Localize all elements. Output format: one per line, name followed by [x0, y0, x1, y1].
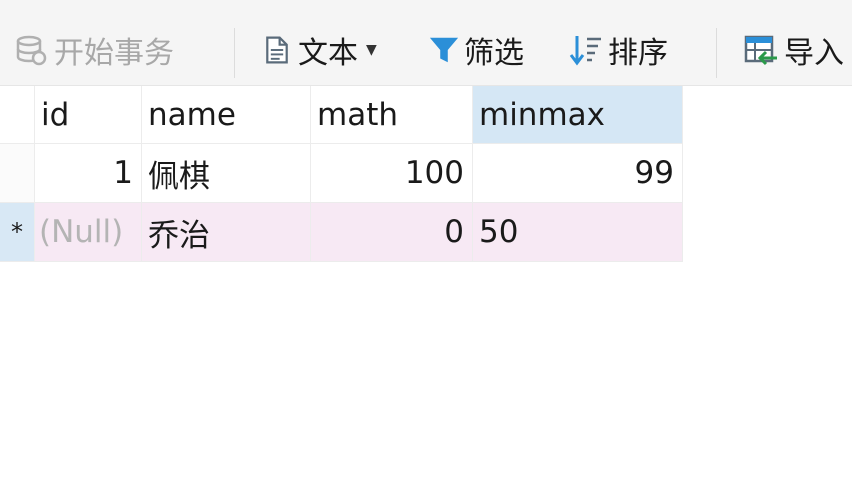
toolbar-divider: [716, 28, 717, 78]
document-icon: [266, 36, 288, 64]
toolbar-divider: [234, 28, 235, 78]
import-label: 导入: [784, 36, 844, 71]
row-selector-header[interactable]: [0, 86, 35, 144]
sort-button[interactable]: 排序: [568, 26, 668, 74]
cell-name[interactable]: 佩棋: [142, 144, 311, 203]
import-button[interactable]: 导入: [744, 26, 844, 74]
column-header-minmax[interactable]: minmax: [473, 86, 683, 144]
cell-math[interactable]: 0: [311, 203, 473, 262]
filter-label: 筛选: [464, 36, 524, 71]
cell-math[interactable]: 100: [311, 144, 473, 203]
text-view-button[interactable]: 文本 ▼: [262, 26, 377, 74]
database-icon: [16, 35, 47, 66]
cell-minmax[interactable]: 50: [473, 203, 683, 262]
chevron-down-icon[interactable]: ▼: [366, 42, 377, 58]
cell-id[interactable]: 1: [35, 144, 142, 203]
begin-transaction-label: 开始事务: [54, 36, 174, 71]
new-row-marker[interactable]: *: [0, 203, 35, 262]
cell-name[interactable]: 乔治: [142, 203, 311, 262]
column-header-math[interactable]: math: [311, 86, 473, 144]
column-header-id[interactable]: id: [35, 86, 142, 144]
row-selector[interactable]: [0, 144, 35, 203]
cell-minmax[interactable]: 99: [473, 144, 683, 203]
sort-label: 排序: [608, 36, 668, 71]
data-grid: id name math minmax 1 佩棋 100 99 * (Null)…: [0, 86, 852, 480]
text-view-label: 文本: [298, 36, 358, 71]
sort-icon: [569, 36, 601, 66]
table-row[interactable]: 1 佩棋 100 99: [0, 144, 683, 203]
cell-id[interactable]: (Null): [35, 203, 142, 262]
import-table-icon: [744, 35, 777, 66]
filter-button[interactable]: 筛选: [428, 26, 524, 74]
column-header-name[interactable]: name: [142, 86, 311, 144]
table-row-new[interactable]: * (Null) 乔治 0 50: [0, 203, 683, 262]
funnel-icon: [429, 37, 459, 63]
grid-header-row: id name math minmax: [0, 86, 683, 144]
toolbar: 开始事务 文本 ▼ 筛选 排序 导入: [0, 0, 852, 86]
begin-transaction-button[interactable]: 开始事务: [14, 26, 174, 74]
